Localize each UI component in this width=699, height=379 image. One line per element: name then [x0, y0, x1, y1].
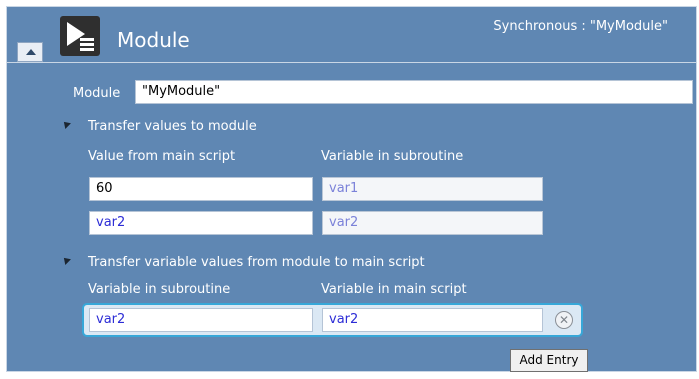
remove-circle-icon[interactable]: ✕ [555, 311, 573, 329]
section-expanded-icon[interactable] [61, 255, 71, 265]
panel-header: Module Synchronous : "MyModule" [7, 7, 696, 63]
column-header-value-from-main: Value from main script [88, 149, 236, 164]
column-header-variable-in-main-script: Variable in main script [321, 282, 467, 297]
value-from-main-input[interactable]: 60 [89, 177, 313, 201]
column-header-variable-in-subroutine: Variable in subroutine [88, 282, 231, 297]
variable-in-subroutine-input[interactable]: var2 [89, 308, 313, 332]
module-icon [60, 16, 100, 56]
section-title-transfer-to-main: Transfer variable values from module to … [88, 255, 425, 270]
collapse-button[interactable] [17, 42, 43, 62]
section-expanded-icon[interactable] [61, 119, 71, 129]
collapse-triangle-icon [26, 49, 36, 55]
variable-in-main-script-input[interactable]: var2 [322, 308, 543, 332]
value-from-main-input[interactable]: var2 [89, 211, 313, 235]
module-label: Module [73, 86, 121, 101]
module-name-input[interactable]: "MyModule" [135, 80, 693, 104]
add-entry-button[interactable]: Add Entry [510, 349, 588, 372]
panel-title: Module [117, 28, 190, 52]
module-panel: Module Synchronous : "MyModule" Module "… [6, 6, 697, 372]
column-header-variable-in-subroutine: Variable in subroutine [321, 149, 464, 164]
section-title-transfer-to-module: Transfer values to module [88, 119, 257, 134]
variable-in-subroutine-input[interactable]: var1 [322, 177, 543, 201]
variable-in-subroutine-input[interactable]: var2 [322, 211, 543, 235]
sync-status-text: Synchronous : "MyModule" [493, 19, 668, 34]
